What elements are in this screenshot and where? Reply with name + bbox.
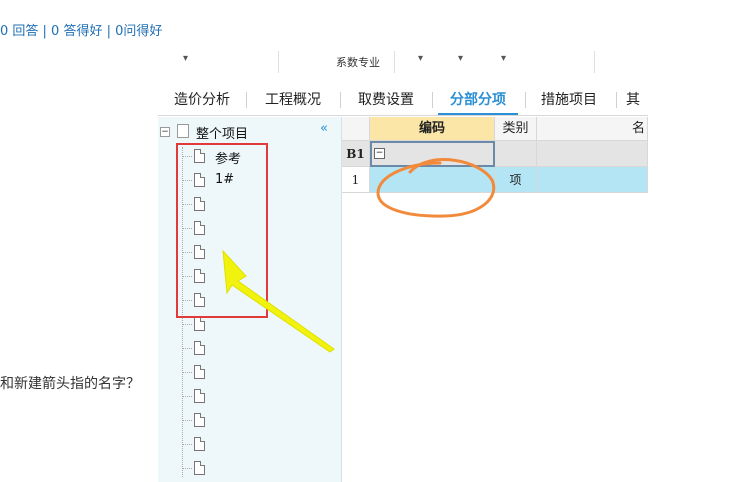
type-column-header[interactable]: 类别 [495,117,537,141]
dropdown-arrow-icon[interactable]: ▾ [418,53,423,64]
tree-node[interactable] [182,267,332,287]
dropdown-arrow-icon[interactable]: ▾ [183,53,188,64]
tree-node[interactable] [182,435,332,455]
tab-measures[interactable]: 措施项目 [530,85,608,115]
tab-project-overview[interactable]: 工程概况 [254,85,332,115]
name-cell[interactable] [537,141,648,167]
project-tree-panel: − 整个项目 « 参考 1# [158,117,342,482]
document-icon [194,341,205,355]
answer-stats: 0 回答 | 0 答得好 | 0问得好 [0,24,163,39]
subject-dropdown[interactable]: 系数专业 [336,54,380,70]
row-number: B1 [342,141,370,167]
tree-node[interactable] [182,363,332,383]
document-icon [194,173,205,187]
type-cell[interactable]: 项 [495,167,537,193]
code-cell[interactable] [370,167,495,193]
tree-node[interactable] [182,219,332,239]
tree-node[interactable] [182,339,332,359]
row-number-header [342,117,370,141]
name-cell[interactable] [537,167,648,193]
project-icon [177,124,189,138]
tree-node[interactable] [182,315,332,335]
tree-node[interactable] [182,459,332,479]
question-text: 和新建箭头指的名字？ [0,376,140,392]
tree-node[interactable]: 1# [182,171,332,191]
document-icon [194,293,205,307]
document-icon [194,149,205,163]
tab-fee-settings[interactable]: 取费设置 [348,85,424,115]
tab-cost-analysis[interactable]: 造价分析 [164,85,240,115]
document-icon [194,221,205,235]
tab-sub-items[interactable]: 分部分项 [438,85,518,115]
code-column-header[interactable]: 编码 [370,117,495,141]
document-icon [194,365,205,379]
code-cell[interactable]: − [370,141,495,167]
tab-other[interactable]: 其 [626,85,648,115]
row-number: 1 [342,167,370,193]
expand-collapse-icon[interactable]: − [160,127,170,137]
tree-node[interactable] [182,387,332,407]
software-screenshot: ▾ 系数专业 ▾ ▾ ▾ 造价分析 工程概况 取费设置 分部分项 措施项目 其 … [158,45,648,482]
document-icon [194,389,205,403]
tab-bar: 造价分析 工程概况 取费设置 分部分项 措施项目 其 [158,85,648,116]
tree-node-label: 参考 [215,152,242,167]
document-icon [194,461,205,475]
tree-root-label: 整个项目 [196,127,249,142]
tree-node[interactable] [182,195,332,215]
top-toolbar: ▾ 系数专业 ▾ ▾ ▾ [158,45,648,79]
items-grid: 编码 类别 名 B1 − 1 项 [342,117,648,482]
tree-node[interactable] [182,243,332,263]
dropdown-arrow-icon[interactable]: ▾ [458,53,463,64]
collapse-panel-icon[interactable]: « [320,121,328,136]
document-icon [194,437,205,451]
dropdown-arrow-icon[interactable]: ▾ [501,53,506,64]
document-icon [194,197,205,211]
tree-node[interactable] [182,411,332,431]
name-column-header[interactable]: 名 [537,117,648,141]
document-icon [194,317,205,331]
document-icon [194,269,205,283]
tree-node[interactable]: 参考 [182,147,332,167]
tree-node-label: 1# [215,172,235,187]
tree-node[interactable] [182,291,332,311]
document-icon [194,245,205,259]
minus-icon[interactable]: − [374,148,385,159]
document-icon [194,413,205,427]
type-cell[interactable] [495,141,537,167]
